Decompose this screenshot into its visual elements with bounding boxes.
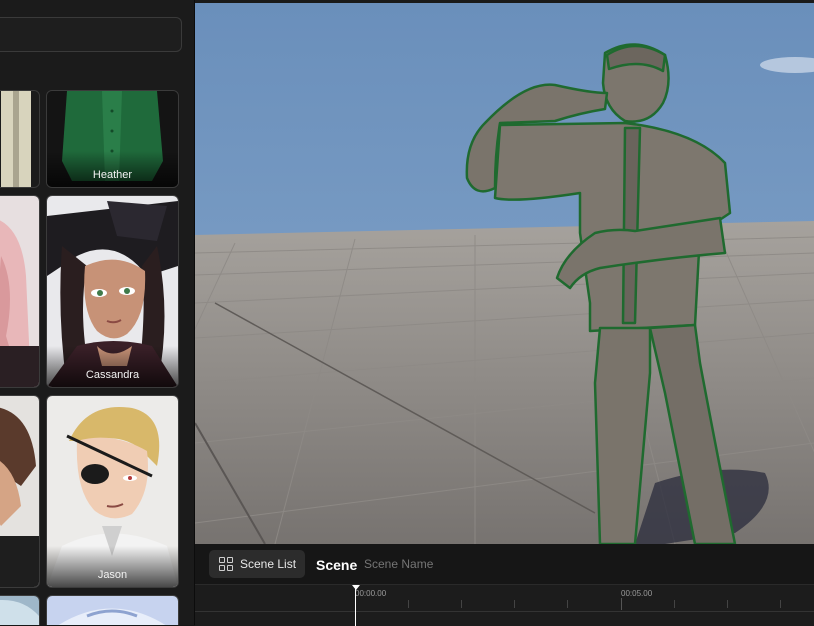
scene-bar: Scene List Scene (195, 544, 814, 584)
playhead-handle[interactable] (352, 585, 360, 590)
character-card-partial-1[interactable] (0, 90, 40, 188)
search-input[interactable] (0, 17, 182, 52)
timeline-tick (567, 600, 568, 608)
timeline-tick (674, 600, 675, 608)
character-portrait (0, 196, 39, 387)
timeline-tick (514, 600, 515, 608)
character-card-partial-3[interactable] (0, 395, 40, 588)
character-portrait (0, 596, 39, 625)
character-portrait (0, 396, 39, 587)
character-panel: Heather Cassandra Jason (0, 0, 194, 625)
character-card-partial-2[interactable] (0, 195, 40, 388)
scene-list-button[interactable]: Scene List (209, 550, 305, 578)
timeline-tick (621, 598, 622, 610)
scene-title: Scene (316, 557, 358, 573)
character-portrait (47, 396, 178, 587)
character-card-partial-4[interactable] (0, 595, 40, 625)
character-card-jason[interactable]: Jason (46, 395, 179, 588)
character-portrait (0, 91, 39, 187)
character-name: Cassandra (85, 369, 140, 381)
character-card-heather[interactable]: Heather (46, 90, 179, 188)
scene-name-input[interactable] (364, 557, 564, 571)
timeline-track-divider (195, 611, 814, 612)
timeline-tick (727, 600, 728, 608)
character-portrait (47, 196, 178, 387)
character-portrait (47, 596, 178, 625)
character-card-cassandra[interactable]: Cassandra (46, 195, 179, 388)
3d-viewport[interactable] (195, 3, 814, 544)
timeline-tick (780, 600, 781, 608)
playhead[interactable] (355, 585, 356, 626)
timestamp: 00:05.00 (621, 589, 653, 598)
character-name: Heather (92, 169, 133, 181)
scene-render (195, 3, 814, 544)
timeline-tick (461, 600, 462, 608)
grid-icon (219, 557, 233, 571)
timeline[interactable]: 00:00.00 00:05.00 (195, 584, 814, 626)
timeline-tick (408, 600, 409, 608)
timestamp: 00:00.00 (355, 589, 387, 598)
character-name: Jason (97, 569, 128, 581)
scene-list-label: Scene List (240, 557, 297, 571)
character-card-partial-5[interactable] (46, 595, 179, 625)
